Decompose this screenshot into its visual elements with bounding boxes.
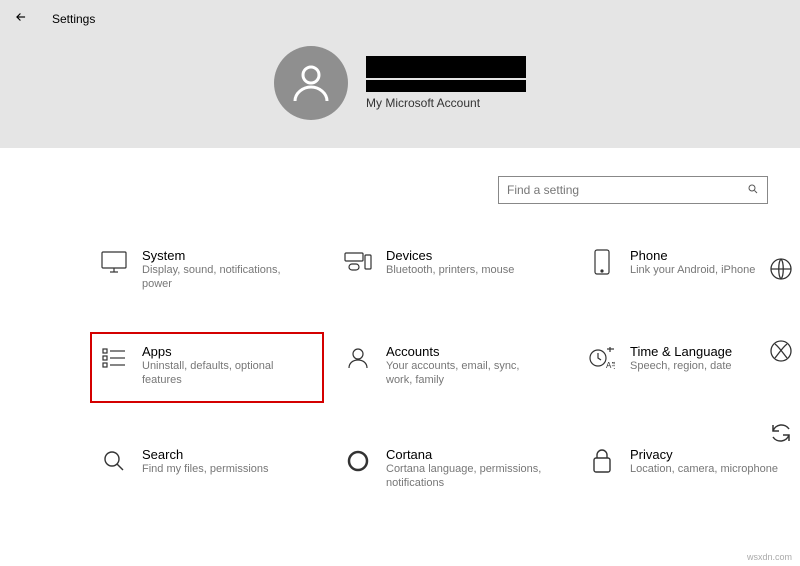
page-title: Settings [52, 12, 95, 26]
tile-desc: Bluetooth, printers, mouse [386, 263, 514, 277]
devices-icon [344, 248, 372, 276]
profile-text: My Microsoft Account [366, 56, 526, 110]
watermark: wsxdn.com [747, 552, 792, 562]
back-button[interactable] [10, 6, 32, 32]
tile-title: Privacy [630, 447, 778, 462]
svg-text:A字: A字 [606, 360, 615, 370]
search-box[interactable] [498, 176, 768, 204]
tile-phone[interactable]: Phone Link your Android, iPhone [580, 242, 800, 298]
tile-desc: Speech, region, date [630, 359, 732, 373]
globe-icon[interactable] [768, 256, 794, 282]
tile-privacy[interactable]: Privacy Location, camera, microphone [580, 441, 800, 497]
settings-grid: System Display, sound, notifications, po… [0, 204, 800, 497]
tile-desc: Cortana language, permissions, notificat… [386, 462, 546, 491]
search-tile-icon [100, 447, 128, 475]
time-language-icon: A字 [588, 344, 616, 372]
tile-desc: Your accounts, email, sync, work, family [386, 359, 546, 388]
header: Settings My Microsoft Account [0, 0, 800, 148]
avatar[interactable] [274, 46, 348, 120]
tile-desc: Uninstall, defaults, optional features [142, 359, 302, 388]
tile-desc: Find my files, permissions [142, 462, 269, 476]
titlebar: Settings [0, 0, 800, 38]
arrow-left-icon [14, 10, 28, 24]
tile-desc: Display, sound, notifications, power [142, 263, 302, 292]
tile-title: Phone [630, 248, 755, 263]
system-icon [100, 248, 128, 276]
tile-accounts[interactable]: Accounts Your accounts, email, sync, wor… [336, 338, 566, 402]
side-icons [768, 256, 800, 446]
search-wrap [0, 148, 800, 204]
search-icon [747, 183, 759, 198]
tile-title: Time & Language [630, 344, 732, 359]
person-icon [287, 59, 335, 107]
cortana-icon [344, 447, 372, 475]
privacy-icon [588, 447, 616, 475]
xbox-icon[interactable] [768, 338, 794, 364]
account-link[interactable]: My Microsoft Account [366, 96, 526, 110]
tile-desc: Location, camera, microphone [630, 462, 778, 476]
redacted-email [366, 80, 526, 92]
phone-icon [588, 248, 616, 276]
apps-icon [100, 344, 128, 372]
accounts-icon [344, 344, 372, 372]
tile-search[interactable]: Search Find my files, permissions [92, 441, 322, 497]
sync-icon[interactable] [768, 420, 794, 446]
tile-title: System [142, 248, 302, 263]
tile-title: Cortana [386, 447, 546, 462]
tile-title: Search [142, 447, 269, 462]
tile-desc: Link your Android, iPhone [630, 263, 755, 277]
tile-cortana[interactable]: Cortana Cortana language, permissions, n… [336, 441, 566, 497]
search-input[interactable] [507, 183, 747, 197]
tile-time-language[interactable]: A字 Time & Language Speech, region, date [580, 338, 800, 402]
tile-title: Accounts [386, 344, 546, 359]
redacted-name [366, 56, 526, 78]
profile-block: My Microsoft Account [0, 46, 800, 120]
tile-title: Devices [386, 248, 514, 263]
tile-apps[interactable]: Apps Uninstall, defaults, optional featu… [92, 334, 322, 402]
tile-devices[interactable]: Devices Bluetooth, printers, mouse [336, 242, 566, 298]
tile-system[interactable]: System Display, sound, notifications, po… [92, 242, 322, 298]
tile-title: Apps [142, 344, 302, 359]
